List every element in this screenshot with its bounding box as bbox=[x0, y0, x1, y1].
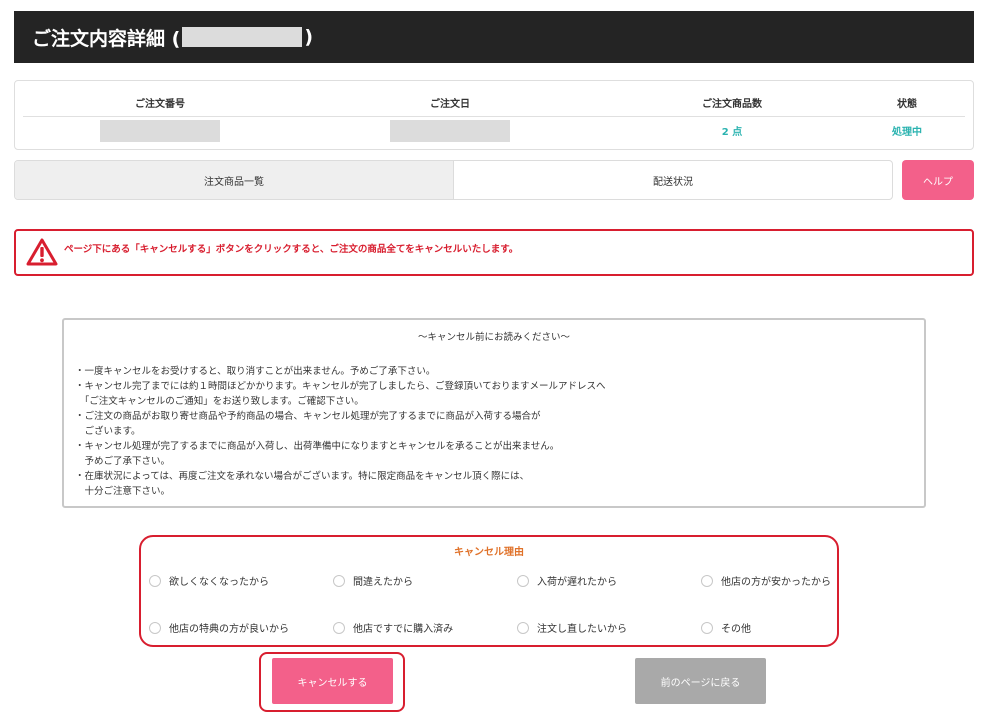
radio-button[interactable] bbox=[149, 621, 161, 634]
item-count-value: 2 点 bbox=[721, 127, 743, 138]
item-count-label: ご注文商品数 bbox=[702, 99, 762, 110]
radio-button[interactable] bbox=[517, 621, 529, 634]
warning-text: ページ下にある「キャンセルする」ボタンをクリックすると、ご注文の商品全てをキャン… bbox=[64, 244, 519, 255]
help-button[interactable]: ヘルプ bbox=[902, 160, 974, 200]
cancel-warning-banner: ページ下にある「キャンセルする」ボタンをクリックすると、ご注文の商品全てをキャン… bbox=[14, 229, 974, 276]
reason-option[interactable]: 間違えたから bbox=[333, 573, 413, 588]
reason-label: 欲しくなくなったから bbox=[169, 577, 269, 588]
item-count-column: ご注文商品数 2 点 bbox=[682, 81, 782, 151]
reason-label: 他店ですでに購入済み bbox=[353, 624, 454, 635]
reason-option[interactable]: 注文し直したいから bbox=[517, 620, 627, 635]
radio-button[interactable] bbox=[701, 574, 713, 587]
page-title-suffix: ) bbox=[304, 26, 313, 48]
tab-order-items[interactable]: 注文商品一覧 bbox=[15, 161, 454, 199]
reason-label: 間違えたから bbox=[353, 577, 413, 588]
radio-button[interactable] bbox=[517, 574, 529, 587]
back-button[interactable]: 前のページに戻る bbox=[635, 658, 766, 704]
cancel-button[interactable]: キャンセルする bbox=[272, 658, 393, 704]
redacted-order-date bbox=[390, 120, 510, 142]
page-title-prefix: ご注文内容詳細 ( bbox=[32, 27, 181, 50]
notice-line: 予めご了承下さい。 bbox=[75, 456, 171, 467]
tab-shipping-status[interactable]: 配送状況 bbox=[454, 161, 892, 199]
reason-option[interactable]: 他店の方が安かったから bbox=[701, 573, 831, 588]
notice-line: ・キャンセル完了までには約１時間ほどかかります。キャンセルが完了しましたら、ご登… bbox=[75, 381, 606, 392]
order-date-column: ご注文日 bbox=[370, 81, 530, 151]
cancel-reason-title: キャンセル理由 bbox=[454, 547, 524, 558]
reason-label: 入荷が遅れたから bbox=[537, 577, 617, 588]
order-number-column: ご注文番号 bbox=[80, 81, 240, 151]
reason-option[interactable]: 他店の特典の方が良いから bbox=[149, 620, 289, 635]
notice-title: 〜キャンセル前にお読みください〜 bbox=[417, 332, 570, 343]
reason-label: 他店の方が安かったから bbox=[721, 577, 831, 588]
radio-button[interactable] bbox=[333, 574, 345, 587]
radio-button[interactable] bbox=[701, 621, 713, 634]
cancel-reason-group: キャンセル理由 欲しくなくなったから 間違えたから 入荷が遅れたから 他店の方が… bbox=[139, 535, 839, 647]
reason-label: その他 bbox=[721, 624, 751, 635]
redacted-order-id bbox=[182, 27, 303, 47]
reason-option[interactable]: 欲しくなくなったから bbox=[149, 573, 269, 588]
order-summary: ご注文番号 ご注文日 ご注文商品数 2 点 状態 処理中 bbox=[14, 80, 974, 150]
page-header: ご注文内容詳細 ( ) bbox=[14, 11, 974, 63]
status-value: 処理中 bbox=[892, 127, 922, 138]
radio-button[interactable] bbox=[149, 574, 161, 587]
order-number-label: ご注文番号 bbox=[135, 99, 185, 110]
redacted-order-number bbox=[100, 120, 220, 142]
reason-option[interactable]: 入荷が遅れたから bbox=[517, 573, 617, 588]
notice-line: ・キャンセル処理が完了するまでに商品が入荷し、出荷準備中になりますとキャンセルを… bbox=[75, 441, 560, 452]
reason-label: 他店の特典の方が良いから bbox=[169, 624, 289, 635]
notice-line: 「ご注文キャンセルのご通知」をお送り致します。ご確認下さい。 bbox=[75, 396, 364, 407]
notice-line: ございます。 bbox=[75, 426, 141, 437]
reason-label: 注文し直したいから bbox=[537, 624, 627, 635]
notice-line: ・在庫状況によっては、再度ご注文を承れない場合がございます。特に限定商品をキャン… bbox=[75, 471, 530, 482]
notice-line: 十分ご注意下さい。 bbox=[75, 486, 171, 497]
status-label: 状態 bbox=[897, 99, 917, 110]
notice-line: ・ご注文の商品がお取り寄せ商品や予約商品の場合、キャンセル処理が完了するまでに商… bbox=[75, 411, 541, 422]
radio-button[interactable] bbox=[333, 621, 345, 634]
reason-option[interactable]: 他店ですでに購入済み bbox=[333, 620, 453, 635]
notice-line: ・一度キャンセルをお受けすると、取り消すことが出来ません。予めご了承下さい。 bbox=[75, 366, 436, 377]
status-column: 状態 処理中 bbox=[867, 81, 947, 151]
order-date-label: ご注文日 bbox=[430, 99, 470, 110]
reason-option[interactable]: その他 bbox=[701, 620, 751, 635]
pre-cancel-notice: 〜キャンセル前にお読みください〜 ・一度キャンセルをお受けすると、取り消すことが… bbox=[62, 318, 926, 508]
order-tabs: 注文商品一覧 配送状況 bbox=[14, 160, 893, 200]
warning-icon bbox=[26, 238, 58, 266]
